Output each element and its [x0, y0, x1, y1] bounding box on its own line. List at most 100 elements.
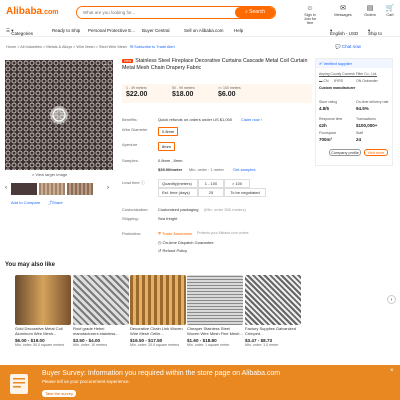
thumbnail-3[interactable]: [67, 183, 93, 195]
product-card[interactable]: Gold Decorative Metal Coil Aluminum Wire…: [15, 275, 71, 347]
shipping-value: Sea freight: [158, 216, 178, 221]
share-link[interactable]: ⤴Share: [48, 200, 63, 206]
thumb-next-arrow-icon[interactable]: ›: [107, 185, 109, 191]
tier-1-price: $22.00: [126, 91, 148, 98]
product-card[interactable]: Factory Supplies Galvanized Crimped... $…: [245, 275, 301, 347]
tier-1-range: 1 - 49 meters: [126, 86, 147, 90]
sample-price: $39.00/meter: [158, 167, 183, 172]
subscribe-trade-alert[interactable]: ✉ Subscribe to Trade Alert: [130, 45, 175, 49]
thumbnail-1[interactable]: [11, 183, 37, 195]
product-card-name: Roof grade Hebei manufacturers stainless…: [73, 327, 119, 336]
search-input[interactable]: [77, 7, 237, 18]
chat-now-button[interactable]: 💬 Chat now: [335, 44, 361, 50]
cart-label: Cart: [386, 13, 394, 17]
ontime-label: On-time delivery rate: [356, 100, 389, 104]
product-card-image: [187, 275, 243, 325]
product-card-name: Decorative Chain Link Woven Wire Mesh Ce…: [130, 327, 183, 336]
breadcrumb-wire-mesh[interactable]: Wire Mesh: [76, 45, 94, 49]
favorite-heart-icon[interactable]: ♡: [103, 63, 109, 71]
info-icon: ⓘ: [140, 180, 145, 185]
flag-icon: ▬: [319, 79, 323, 83]
tier-3-range: >= 100 meters: [218, 86, 241, 90]
search-bar: ⌕ Search: [76, 6, 276, 19]
ship-to-selector[interactable]: Ship to ▾: [368, 28, 382, 36]
get-samples-link[interactable]: Get samples: [233, 167, 255, 172]
company-profile-button[interactable]: Company profile: [329, 149, 361, 156]
messages-link[interactable]: ✉ Messages: [333, 5, 353, 17]
search-button[interactable]: ⌕ Search: [235, 7, 275, 18]
share-label: Share: [52, 200, 63, 205]
nav-sell-on-alibaba[interactable]: Sell on Alibaba.com: [184, 28, 224, 33]
breadcrumb-all-industries[interactable]: All Industries: [20, 45, 42, 49]
aperture-option[interactable]: 8mm: [158, 142, 175, 151]
tier-2-range: 50 - 99 meters: [172, 86, 195, 90]
refund-policy[interactable]: ↺ Refund Policy: [158, 248, 187, 253]
shield-icon: ⛨: [158, 231, 161, 236]
categories-menu[interactable]: ☰ Categories ▾: [6, 28, 33, 36]
chat-now-label: Chat now: [341, 44, 361, 49]
breadcrumb-home[interactable]: Home: [6, 45, 16, 49]
thumbnail-2[interactable]: [39, 183, 65, 195]
nav-buyer-central[interactable]: Buyer Central: [142, 28, 170, 33]
subscribe-label: Subscribe to Trade Alert: [134, 45, 175, 49]
refund-policy-label: Refund Policy: [162, 248, 188, 253]
nav-ready-to-ship[interactable]: Ready to Ship: [52, 28, 80, 33]
price-tiers: 1 - 49 meters $22.00 50 - 99 meters $18.00…: [122, 84, 312, 103]
breadcrumb-metals[interactable]: Metals & Alloys: [46, 45, 72, 49]
lead-qty-2: > 100: [224, 179, 250, 188]
transactions-label: Transactions: [356, 117, 376, 121]
survey-subtitle: Please tell us your procurement experien…: [42, 379, 130, 384]
breadcrumb: Home > All Industries > Metals & Alloys …: [6, 45, 175, 49]
samples-label: Samples:: [122, 158, 139, 163]
shipping-label: Shipping:: [122, 216, 139, 221]
view-larger-image[interactable]: ⌕ View larger image: [32, 172, 67, 177]
tier-2-price: $18.00: [172, 91, 194, 98]
wire-diameter-label: Wire Diameter: [122, 127, 148, 132]
orders-link[interactable]: ▤ Orders: [360, 5, 380, 17]
top-header: Alibaba.com ⌕ Search ☺ Sign in Join for …: [0, 0, 400, 25]
you-may-also-like-heading: You may also like: [5, 262, 55, 268]
close-icon[interactable]: ×: [390, 368, 394, 374]
verified-icon: ✔: [319, 61, 323, 66]
trade-assurance[interactable]: ⛨ Trade Assurance: [158, 231, 192, 236]
supplier-name[interactable]: Anping County Comesh Filter Co., Ltd.: [319, 72, 377, 76]
take-survey-button[interactable]: Take the survey: [42, 390, 76, 397]
sign-in-link[interactable]: ☺ Sign in Join for free: [300, 5, 320, 25]
product-title: New Stainless Steel Fireplace Decorative …: [122, 58, 312, 72]
lead-qty-header: Quantity(meters): [158, 179, 198, 188]
nav-personal-protective[interactable]: Personal Protective E...: [88, 28, 135, 33]
cart-link[interactable]: 🛒 Cart: [380, 5, 400, 17]
visit-store-button[interactable]: Visit store: [364, 149, 388, 156]
product-title-text: Stainless Steel Fireplace Decorative Cur…: [122, 58, 308, 71]
search-button-label: Search: [249, 9, 266, 15]
product-card[interactable]: Roof grade Hebei manufacturers stainless…: [73, 275, 129, 347]
alibaba-logo[interactable]: Alibaba.com: [6, 6, 58, 17]
wire-diameter-option[interactable]: 0.8mm: [158, 127, 179, 136]
thumb-prev-arrow-icon[interactable]: ‹: [5, 185, 7, 191]
mesh-image: [5, 60, 113, 170]
nav-help[interactable]: Help: [234, 28, 243, 33]
price-tier-2: 50 - 99 meters $18.00: [172, 86, 195, 98]
add-to-compare[interactable]: Add to Compare: [11, 200, 40, 205]
main-product-image[interactable]: ♡: [5, 60, 113, 170]
cart-icon: 🛒: [385, 5, 395, 12]
breadcrumb-steel-wire-mesh[interactable]: Steel Wire Mesh: [99, 45, 127, 49]
product-card-moq: Min. order: 1.0 meter: [245, 343, 279, 347]
user-icon: ☺: [306, 5, 314, 12]
tier-3-price: $6.00: [218, 91, 236, 98]
product-card-moq: Min. order: 20.0 square meters: [130, 343, 180, 347]
supplier-card: ✔ Verified supplier Anping County Comesh…: [315, 58, 393, 166]
product-card-name: Factory Supplies Galvanized Crimped...: [245, 327, 296, 336]
product-card[interactable]: Cheaper Stainless Steel Woven Wire Mesh …: [187, 275, 243, 347]
transactions-value: $100,000+: [356, 123, 378, 128]
verified-label: Verified supplier: [323, 61, 352, 66]
logo-text: Alibaba: [6, 6, 43, 17]
product-card[interactable]: Decorative Chain Link Woven Wire Mesh Ce…: [130, 275, 186, 347]
language-selector[interactable]: English - USD ▾: [330, 28, 358, 36]
next-arrow-icon[interactable]: ›: [387, 295, 396, 304]
claim-now-link[interactable]: Claim now ›: [241, 117, 262, 122]
supplier-verified-link[interactable]: ON Ostrander: [356, 79, 378, 83]
logo-domain: .com: [42, 9, 59, 16]
product-card-image: [73, 275, 129, 325]
on-time-dispatch[interactable]: ◷ On-time Dispatch Guarantee: [158, 240, 214, 245]
